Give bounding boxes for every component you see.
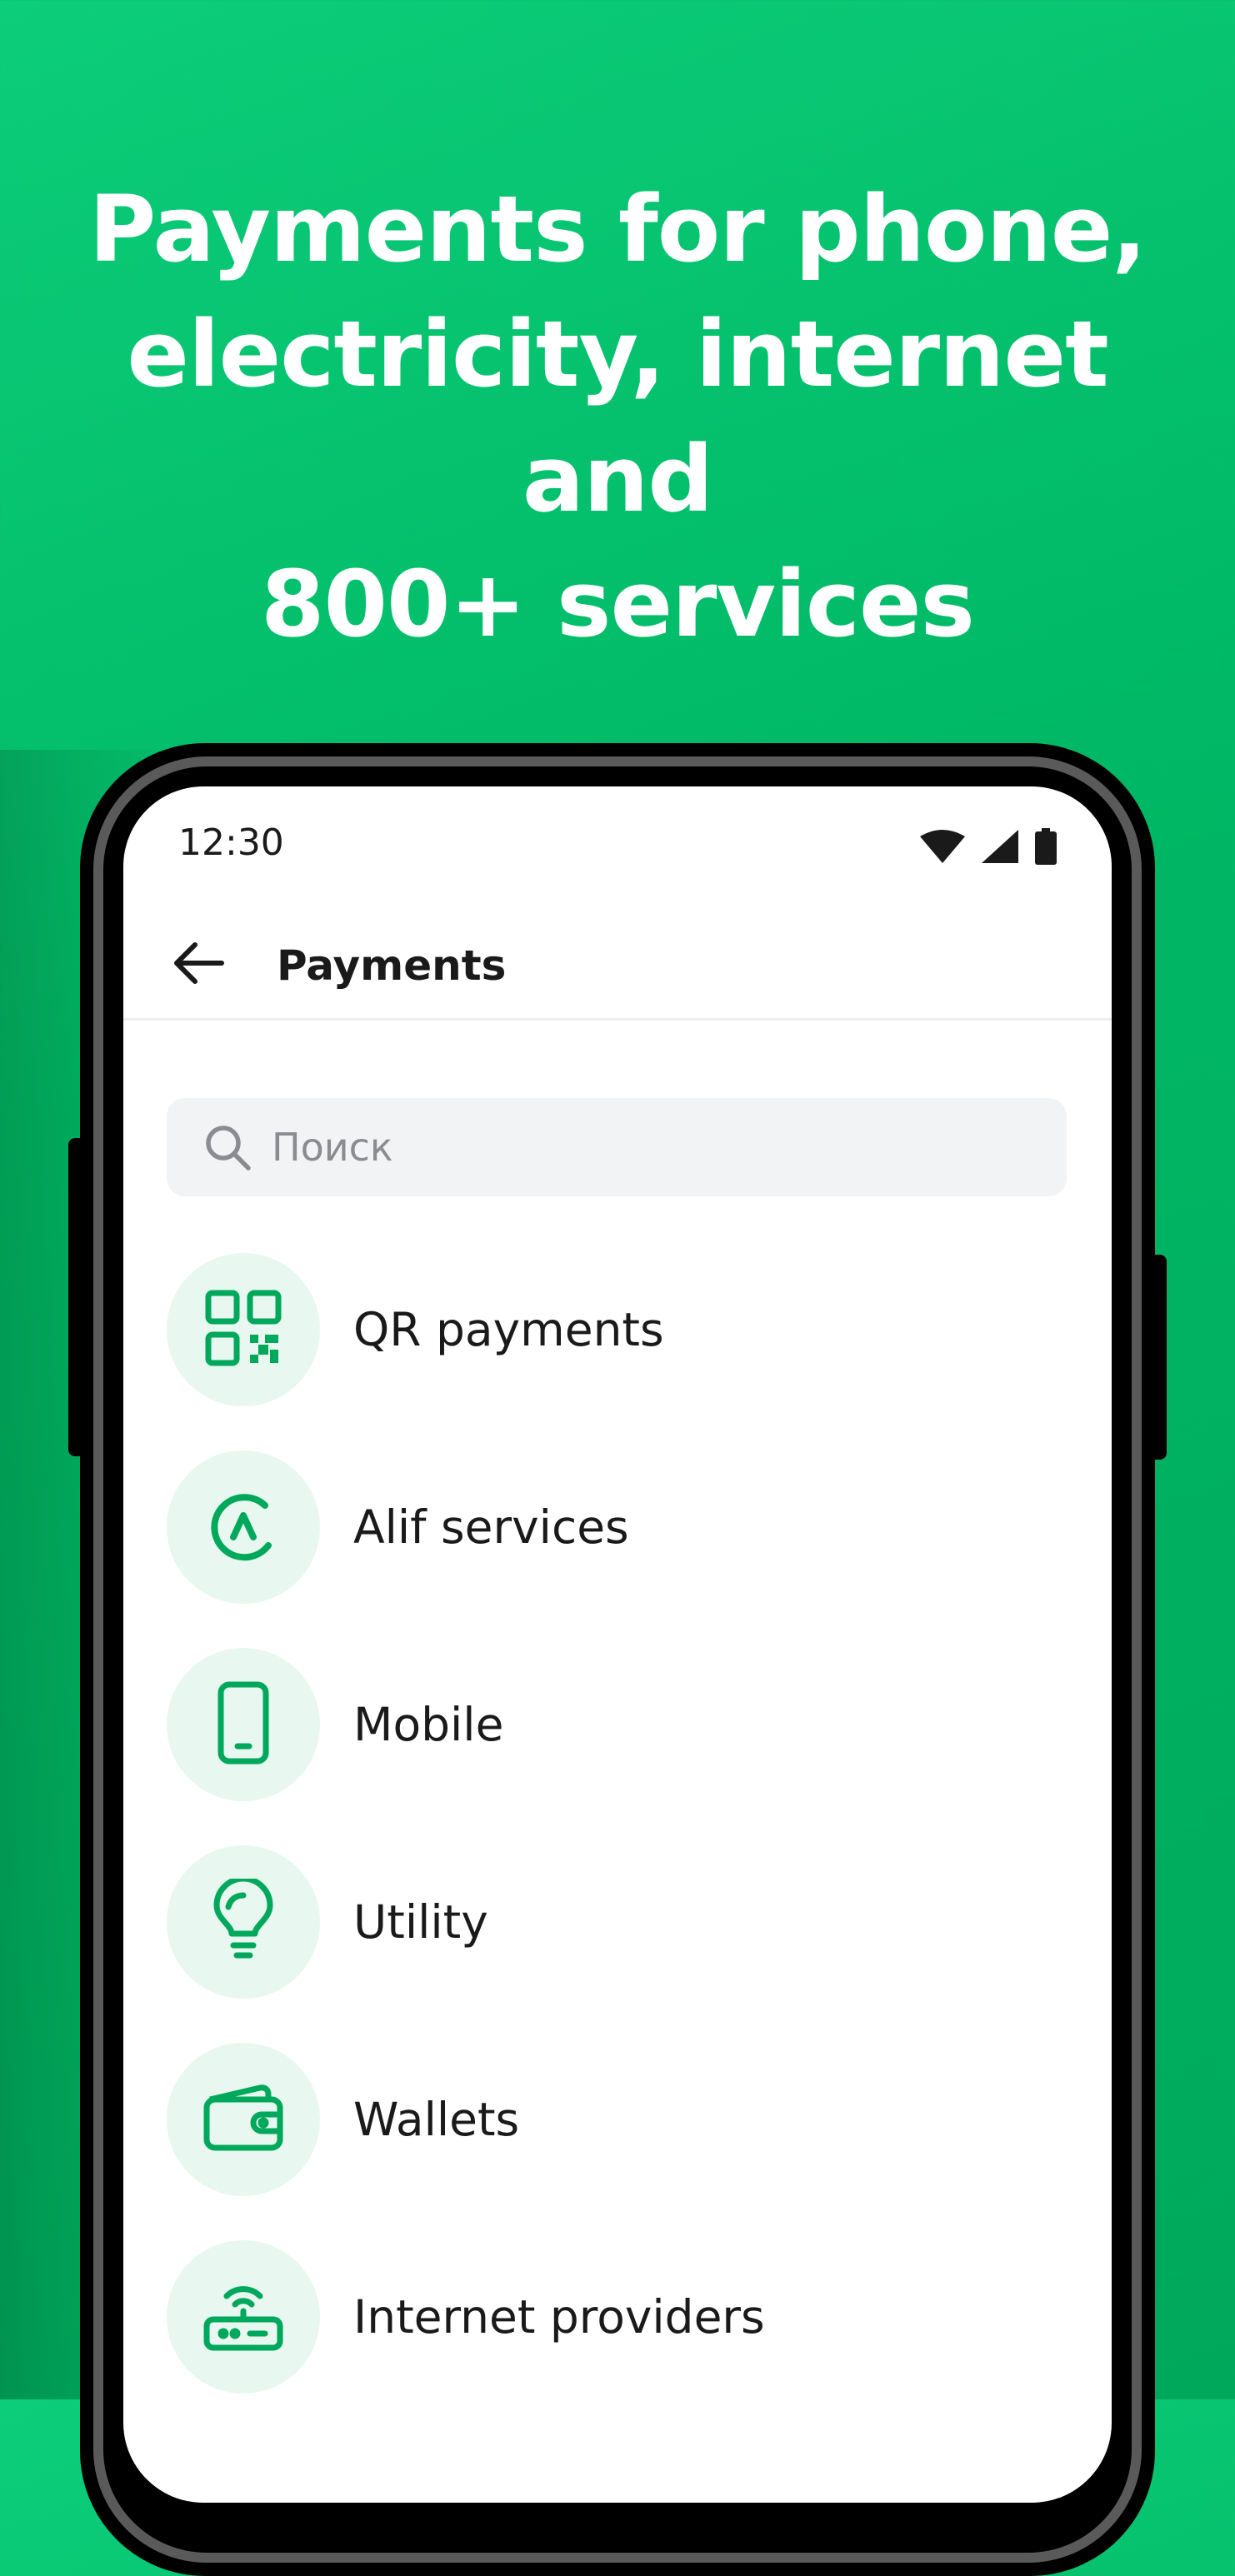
category-label: Utility (353, 1895, 488, 1949)
back-button[interactable] (163, 930, 233, 1000)
wallet-icon (202, 2083, 285, 2156)
category-label: Wallets (353, 2093, 520, 2146)
category-icon-container (167, 1253, 320, 1406)
search-bar[interactable] (167, 1098, 1067, 1196)
category-item-mobile[interactable]: Mobile (167, 1648, 1067, 1801)
status-bar: 12:30 (123, 786, 1112, 903)
status-icons (920, 828, 1057, 865)
category-icon-container (167, 2240, 320, 2394)
router-icon (202, 2278, 285, 2356)
headline-line-1: Payments for phone, (88, 176, 1147, 282)
category-icon-container (167, 1648, 320, 1801)
phone-screen: 12:30 Payments Поиск QR payments Alif se… (123, 786, 1112, 2503)
smartphone-icon (214, 1681, 272, 1768)
headline-line-3: 800+ services (260, 551, 975, 657)
category-item-wallets[interactable]: Wallets (167, 2043, 1067, 2196)
headline-line-2: electricity, internet and (127, 301, 1108, 532)
category-icon-container (167, 1450, 320, 1604)
category-icon-container (167, 1845, 320, 1999)
category-item-alif-services[interactable]: Alif services (167, 1450, 1067, 1604)
lightbulb-icon (210, 1875, 277, 1965)
category-item-utility[interactable]: Utility (167, 1845, 1067, 1999)
category-icon-container (167, 2043, 320, 2196)
category-label: QR payments (353, 1303, 664, 1356)
search-input[interactable] (272, 1125, 1022, 1170)
category-label: Mobile (353, 1698, 504, 1751)
app-bar: Payments (123, 911, 1112, 1021)
category-label: Alif services (353, 1500, 629, 1554)
category-item-qr-payments[interactable]: QR payments (167, 1253, 1067, 1406)
search-icon (202, 1121, 253, 1173)
qr-code-icon (205, 1290, 282, 1370)
category-item-internet-providers[interactable]: Internet providers (167, 2240, 1067, 2394)
alif-logo-icon (205, 1487, 282, 1567)
status-time: 12:30 (178, 821, 284, 864)
payment-categories-list: QR payments Alif services Mobile Utility… (167, 1253, 1067, 2438)
category-label: Internet providers (353, 2290, 765, 2344)
page-title: Payments (277, 941, 507, 990)
promo-headline: Payments for phone, electricity, interne… (33, 167, 1202, 666)
arrow-left-icon (172, 941, 225, 988)
battery-icon (1035, 828, 1057, 865)
signal-icon (982, 830, 1018, 863)
wifi-icon (920, 830, 965, 863)
